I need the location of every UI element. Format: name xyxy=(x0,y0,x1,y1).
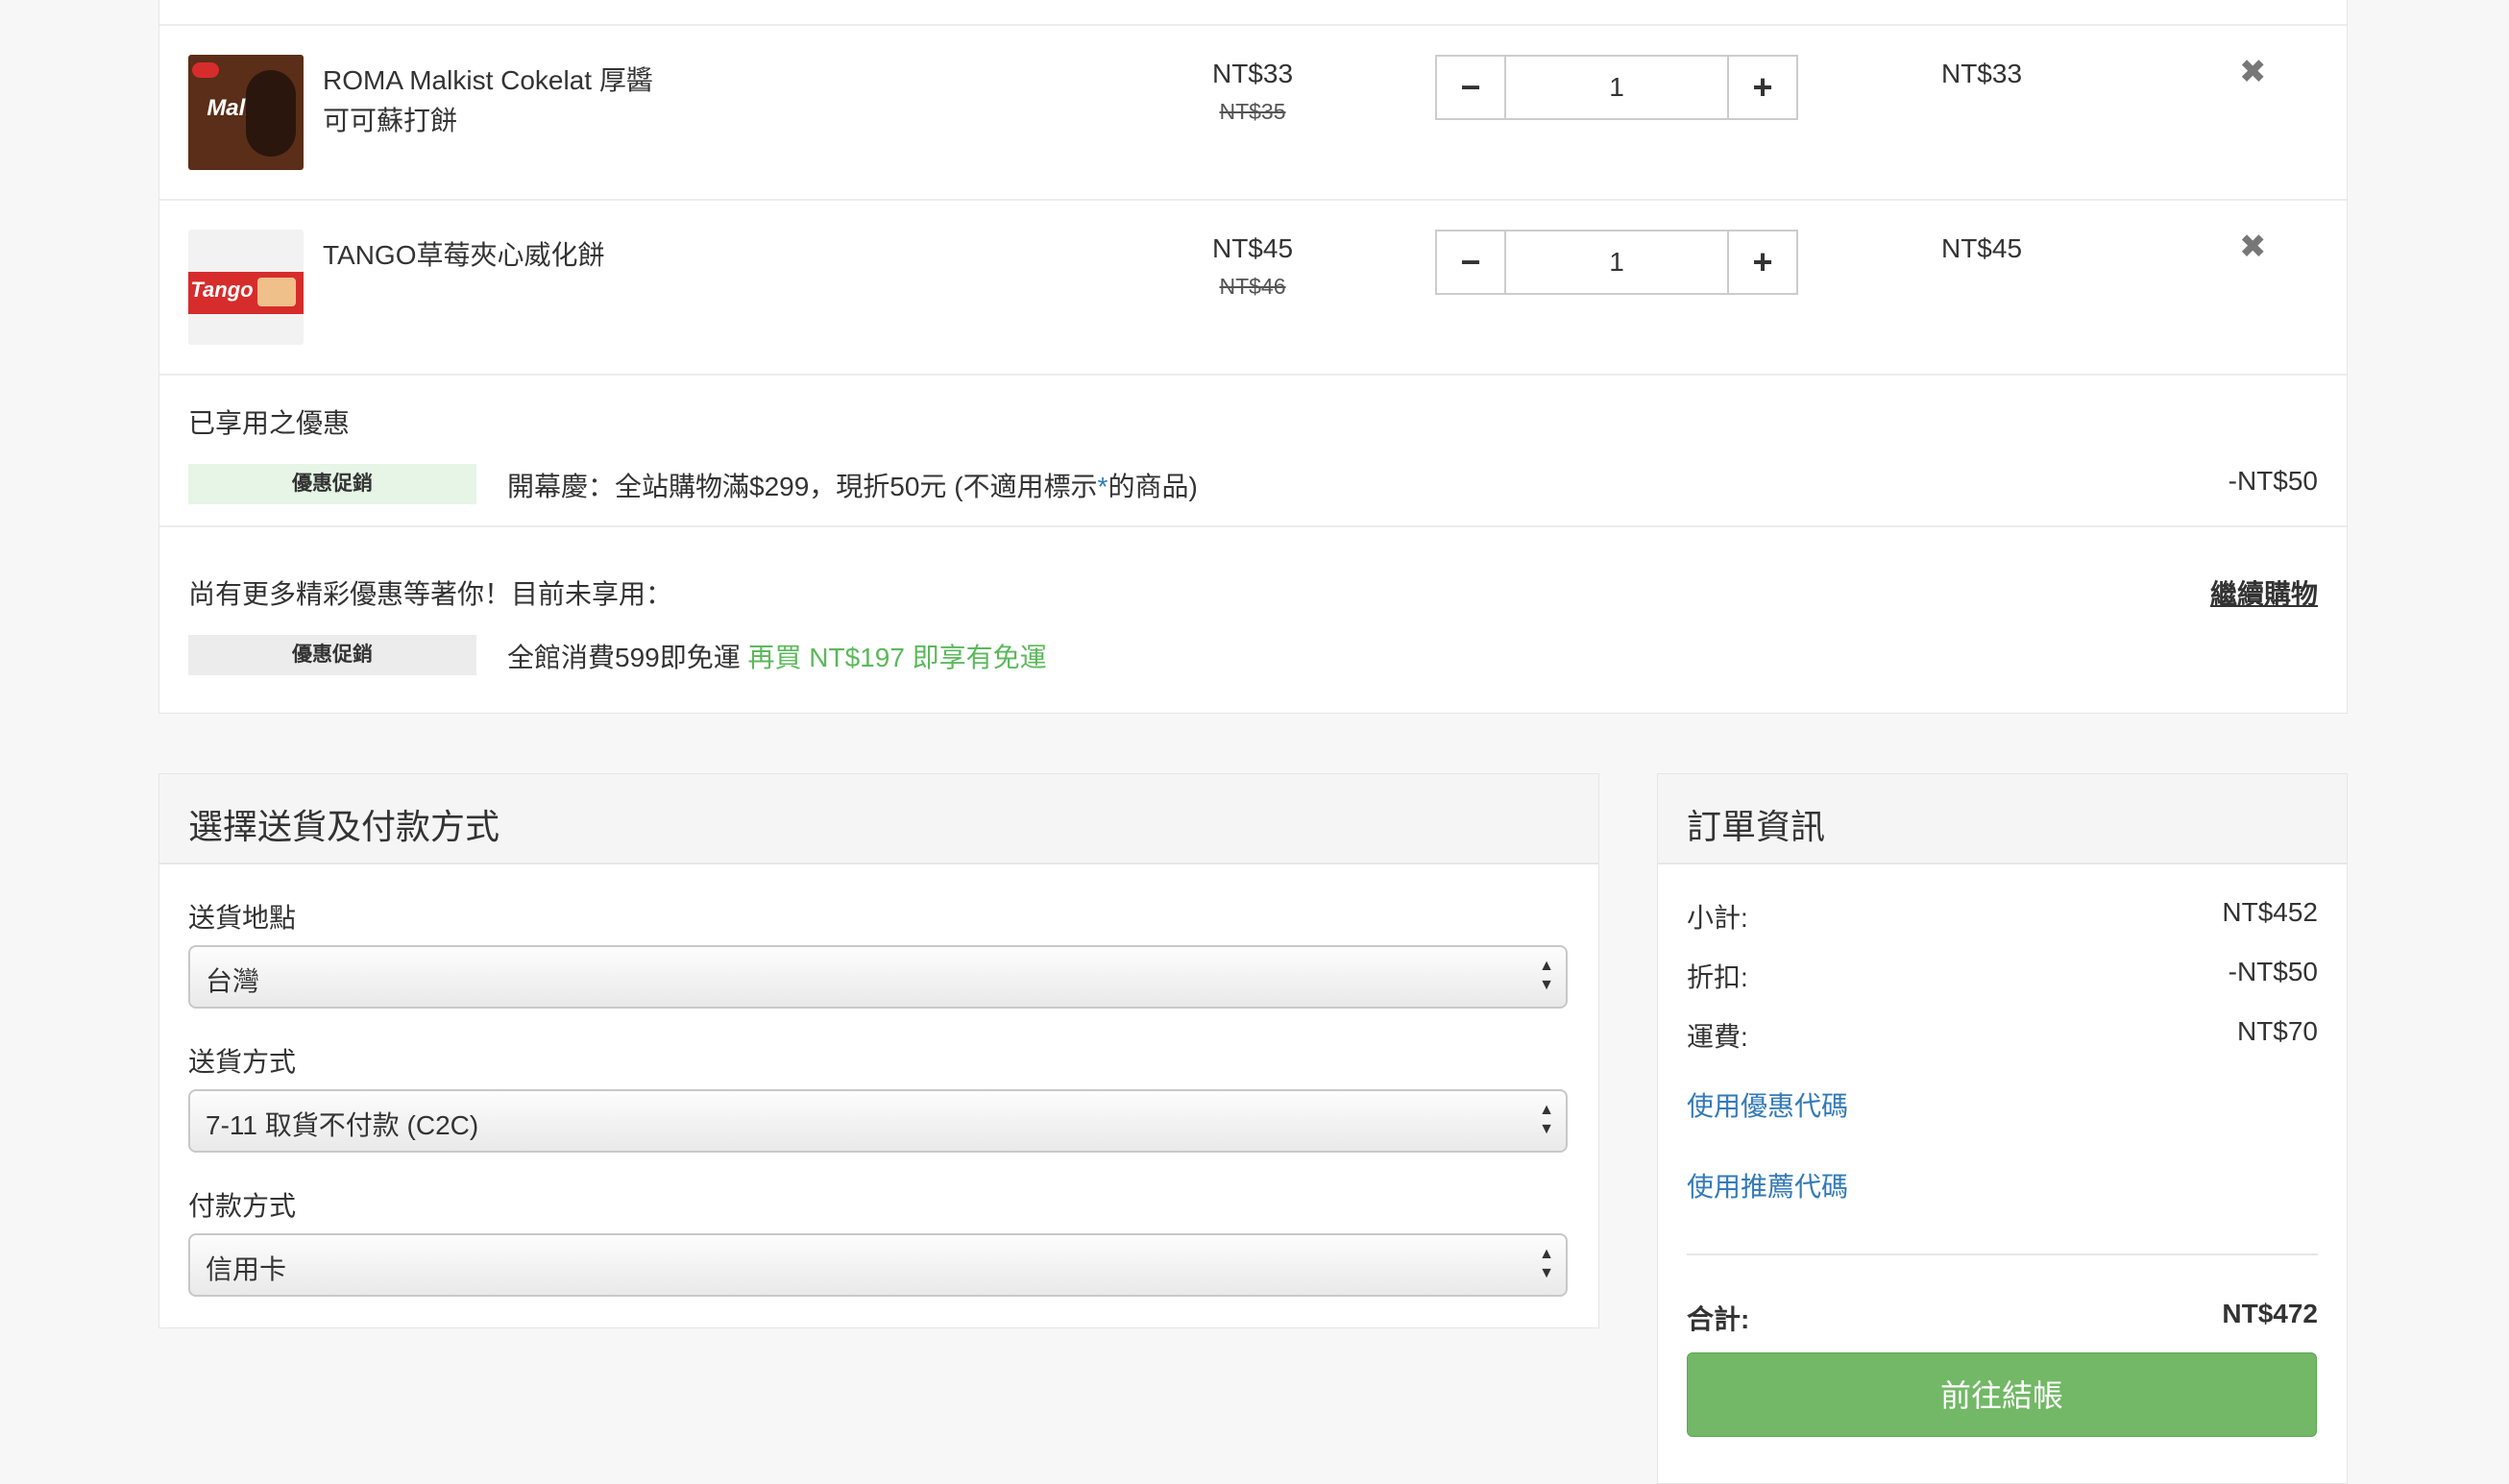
delivery-method-select[interactable]: 7-11 取貨不付款 (C2C) ▲ ▼ xyxy=(188,1089,1568,1153)
product-thumbnail[interactable]: Malkist xyxy=(188,55,304,170)
delivery-payment-panel: 選擇送貨及付款方式 送貨地點 台灣 ▲ ▼ 送貨方式 7-11 取貨不付款 (C2… xyxy=(158,773,1599,1328)
continue-shopping-link[interactable]: 繼續購物 xyxy=(2210,573,2318,612)
quantity-input[interactable]: 1 xyxy=(1506,231,1727,293)
select-arrows-icon: ▲ ▼ xyxy=(1539,1102,1554,1137)
applied-promo-discount: -NT$50 xyxy=(2228,466,2318,496)
coupon-code-link[interactable]: 使用優惠代碼 xyxy=(1687,1085,1848,1124)
panel-title: 訂單資訊 xyxy=(1687,807,1826,846)
increase-quantity-button[interactable]: + xyxy=(1727,231,1796,293)
line-total: NT$33 xyxy=(1940,59,2023,88)
discount-value: -NT$50 xyxy=(2228,957,2318,986)
order-summary-panel: 訂單資訊 小計: NT$452 折扣: -NT$50 運費: NT$70 使用優… xyxy=(1657,773,2348,1484)
original-price: NT$46 xyxy=(1219,274,1286,299)
subtotal-value: NT$452 xyxy=(2222,897,2318,927)
promo-badge: 優惠促銷 xyxy=(188,635,476,675)
panel-title: 選擇送貨及付款方式 xyxy=(188,807,500,846)
promo-badge: 優惠促銷 xyxy=(188,464,476,504)
payment-method-select[interactable]: 信用卡 ▲ ▼ xyxy=(188,1233,1568,1297)
select-arrows-icon: ▲ ▼ xyxy=(1539,1246,1554,1281)
discount-label: 折扣: xyxy=(1687,962,1748,992)
select-value: 7-11 取貨不付款 (C2C) xyxy=(206,1110,479,1140)
remove-item-icon[interactable]: ✖ xyxy=(2239,228,2267,266)
delivery-location-select[interactable]: 台灣 ▲ ▼ xyxy=(188,945,1568,1009)
increase-quantity-button[interactable]: + xyxy=(1727,57,1796,118)
quantity-input[interactable]: 1 xyxy=(1506,57,1727,118)
shipping-label: 運費: xyxy=(1687,1022,1748,1052)
quantity-stepper: − 1 + xyxy=(1435,230,1798,295)
applied-promos-heading: 已享用之優惠 xyxy=(188,408,351,438)
more-promos-heading: 尚有更多精彩優惠等著你！目前未享用： xyxy=(188,579,673,609)
decrease-quantity-button[interactable]: − xyxy=(1437,231,1506,293)
panel-header: 訂單資訊 xyxy=(1658,774,2347,864)
row-divider xyxy=(159,199,2347,201)
original-price: NT$35 xyxy=(1219,99,1286,124)
delivery-method-label: 送貨方式 xyxy=(188,1047,297,1077)
quantity-stepper: − 1 + xyxy=(1435,55,1798,120)
total-value: NT$472 xyxy=(2222,1299,2318,1328)
divider xyxy=(1687,1253,2318,1255)
select-value: 信用卡 xyxy=(206,1254,287,1284)
unit-price: NT$33 xyxy=(1211,59,1294,88)
delivery-location-label: 送貨地點 xyxy=(188,903,297,933)
product-thumbnail[interactable]: Tango xyxy=(188,230,304,345)
subtotal-label: 小計: xyxy=(1687,903,1748,933)
asterisk-marker: * xyxy=(1097,472,1108,501)
referral-code-link[interactable]: 使用推薦代碼 xyxy=(1687,1166,1848,1204)
more-promo-text: 全館消費599即免運 再買 NT$197 即享有免運 xyxy=(507,643,1047,672)
select-arrows-icon: ▲ ▼ xyxy=(1539,958,1554,993)
row-divider xyxy=(159,24,2347,26)
unit-price: NT$45 xyxy=(1211,233,1294,263)
cart-panel: Malkist ROMA Malkist Cokelat 厚醬 可可蘇打餅 NT… xyxy=(158,0,2348,714)
payment-method-label: 付款方式 xyxy=(188,1191,297,1221)
checkout-button[interactable]: 前往結帳 xyxy=(1687,1352,2317,1437)
product-name[interactable]: TANGO草莓夾心威化餅 xyxy=(323,235,688,276)
row-divider xyxy=(159,525,2347,527)
decrease-quantity-button[interactable]: − xyxy=(1437,57,1506,118)
select-value: 台灣 xyxy=(206,966,260,996)
shipping-value: NT$70 xyxy=(2236,1016,2318,1046)
remove-item-icon[interactable]: ✖ xyxy=(2239,53,2267,91)
line-total: NT$45 xyxy=(1940,233,2023,263)
product-name[interactable]: ROMA Malkist Cokelat 厚醬 可可蘇打餅 xyxy=(323,61,688,141)
row-divider xyxy=(159,374,2347,376)
panel-header: 選擇送貨及付款方式 xyxy=(159,774,1598,864)
applied-promo-text: 開幕慶：全站購物滿$299，現折50元 (不適用標示*的商品) xyxy=(507,472,1198,501)
total-label: 合計: xyxy=(1687,1304,1750,1334)
free-shipping-hint: 再買 NT$197 即享有免運 xyxy=(747,643,1047,672)
